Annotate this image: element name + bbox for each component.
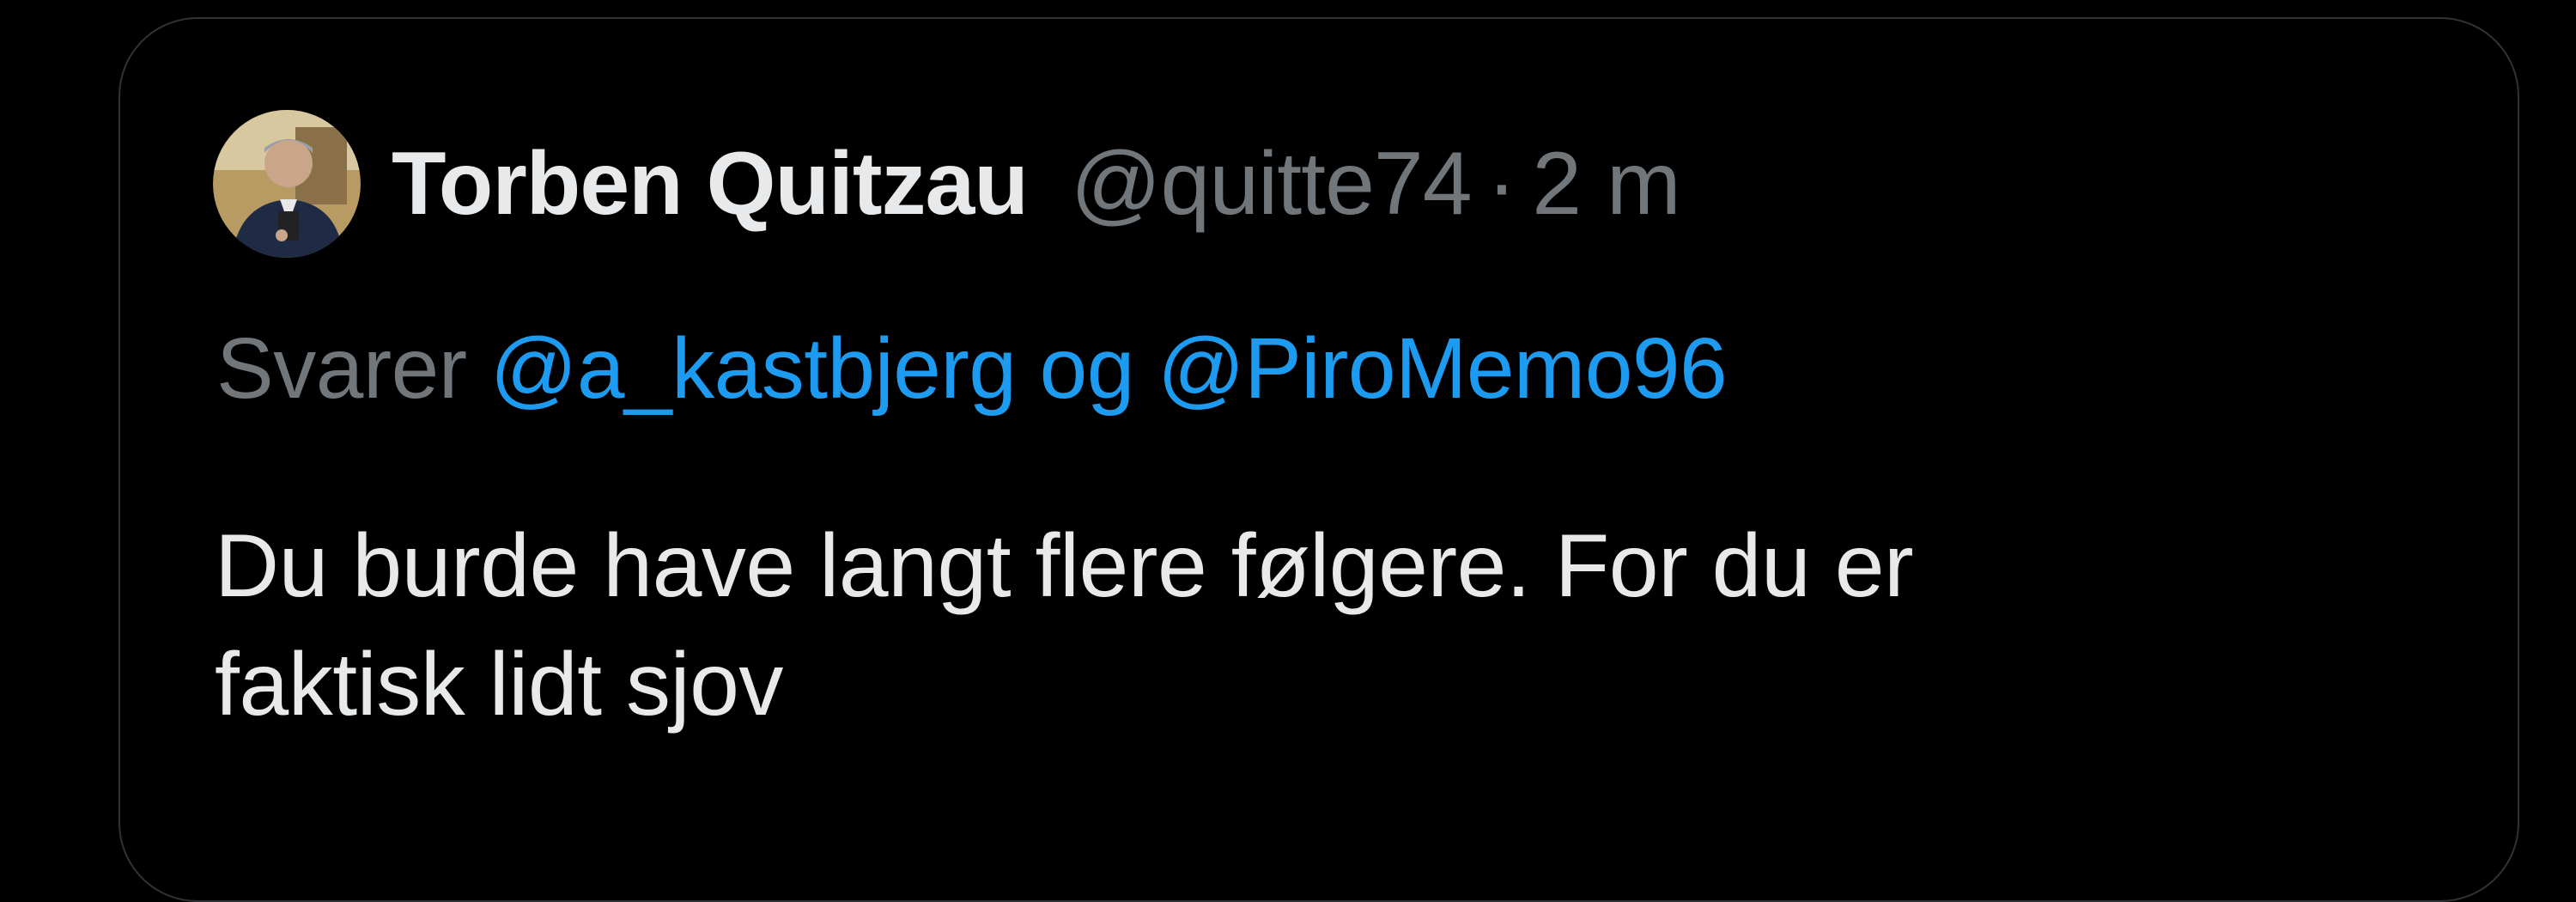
replying-to: Svarer @a_kastbjerg og @PiroMemo96 <box>216 320 1728 418</box>
replying-to-conjunction[interactable]: og <box>1040 320 1135 417</box>
avatar[interactable] <box>213 110 361 258</box>
tweet-timestamp[interactable]: 2 m <box>1532 133 1680 235</box>
avatar-photo-icon <box>213 110 361 258</box>
tweet-text-line: Du burde have langt flere følgere. For d… <box>215 516 1914 616</box>
replying-to-label: Svarer <box>216 320 467 417</box>
author-name[interactable]: Torben Quitzau <box>392 133 1029 235</box>
mention-link-2[interactable]: @PiroMemo96 <box>1157 320 1727 417</box>
author-handle[interactable]: @quitte74 <box>1071 133 1473 235</box>
tweet-header: Torben Quitzau @quitte74 · 2 m <box>213 110 1681 258</box>
tweet-text: Du burde have langt flere følgere. For d… <box>215 507 2413 744</box>
tweet-text-line: faktisk lidt sjov <box>215 635 783 734</box>
separator-dot: · <box>1486 133 1517 234</box>
mention-link-1[interactable]: @a_kastbjerg <box>490 320 1017 417</box>
